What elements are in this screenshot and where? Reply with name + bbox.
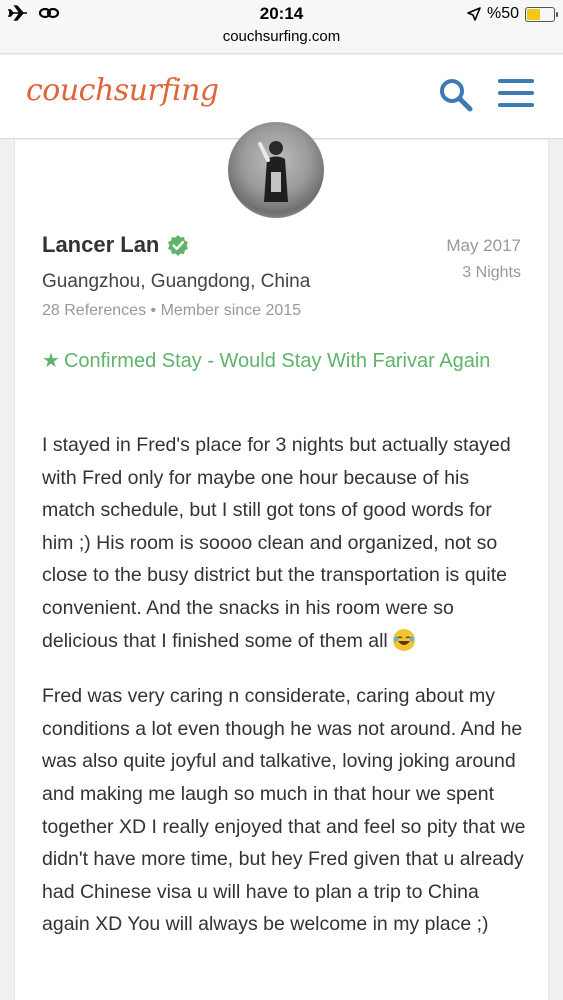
status-bar: 20:14 %50	[0, 0, 563, 28]
reviewer-name[interactable]: Lancer Lan	[42, 232, 159, 258]
battery-level	[527, 8, 540, 20]
battery-percent: %50	[486, 5, 519, 22]
reviewer-location: Guangzhou, Guangdong, China	[42, 271, 311, 292]
review-body: I stayed in Fred's place for 3 nights bu…	[42, 429, 527, 964]
review-paragraph-1: I stayed in Fred's place for 3 nights bu…	[42, 429, 527, 657]
reviewer-name-row: Lancer Lan	[42, 232, 189, 258]
battery-icon	[525, 6, 558, 22]
menu-icon	[498, 79, 534, 107]
review-card: Lancer Lan May 2017 3 Nights Guangzhou, …	[14, 122, 549, 1000]
address-bar[interactable]: couchsurfing.com	[0, 28, 563, 54]
reviewer-meta: 28 References • Member since 2015	[42, 302, 301, 320]
status-right: %50	[467, 5, 558, 23]
laughing-tears-emoji-icon	[393, 628, 416, 651]
confirmed-stay-text: Confirmed Stay - Would Stay With Farivar…	[63, 350, 491, 372]
confirmed-stay: ★ Confirmed Stay - Would Stay With Fariva…	[42, 345, 512, 378]
avatar[interactable]	[228, 122, 324, 218]
couchsurfing-logo[interactable]: couchsurfing	[26, 73, 219, 108]
meta-separator: •	[150, 302, 161, 319]
review-paragraph-1-text: I stayed in Fred's place for 3 nights bu…	[42, 434, 511, 652]
review-paragraph-2: Fred was very caring n considerate, cari…	[42, 685, 526, 936]
member-since: Member since 2015	[160, 302, 302, 319]
references-count[interactable]: 28 References	[42, 302, 146, 319]
stay-nights: 3 Nights	[462, 264, 521, 281]
search-icon	[440, 79, 473, 112]
star-icon: ★	[42, 350, 60, 372]
search-button[interactable]	[438, 77, 474, 113]
review-date: May 2017	[446, 236, 521, 255]
verified-check-icon	[168, 235, 189, 256]
location-arrow-icon	[467, 7, 481, 21]
person-photo	[258, 141, 288, 202]
menu-button[interactable]	[498, 79, 534, 111]
